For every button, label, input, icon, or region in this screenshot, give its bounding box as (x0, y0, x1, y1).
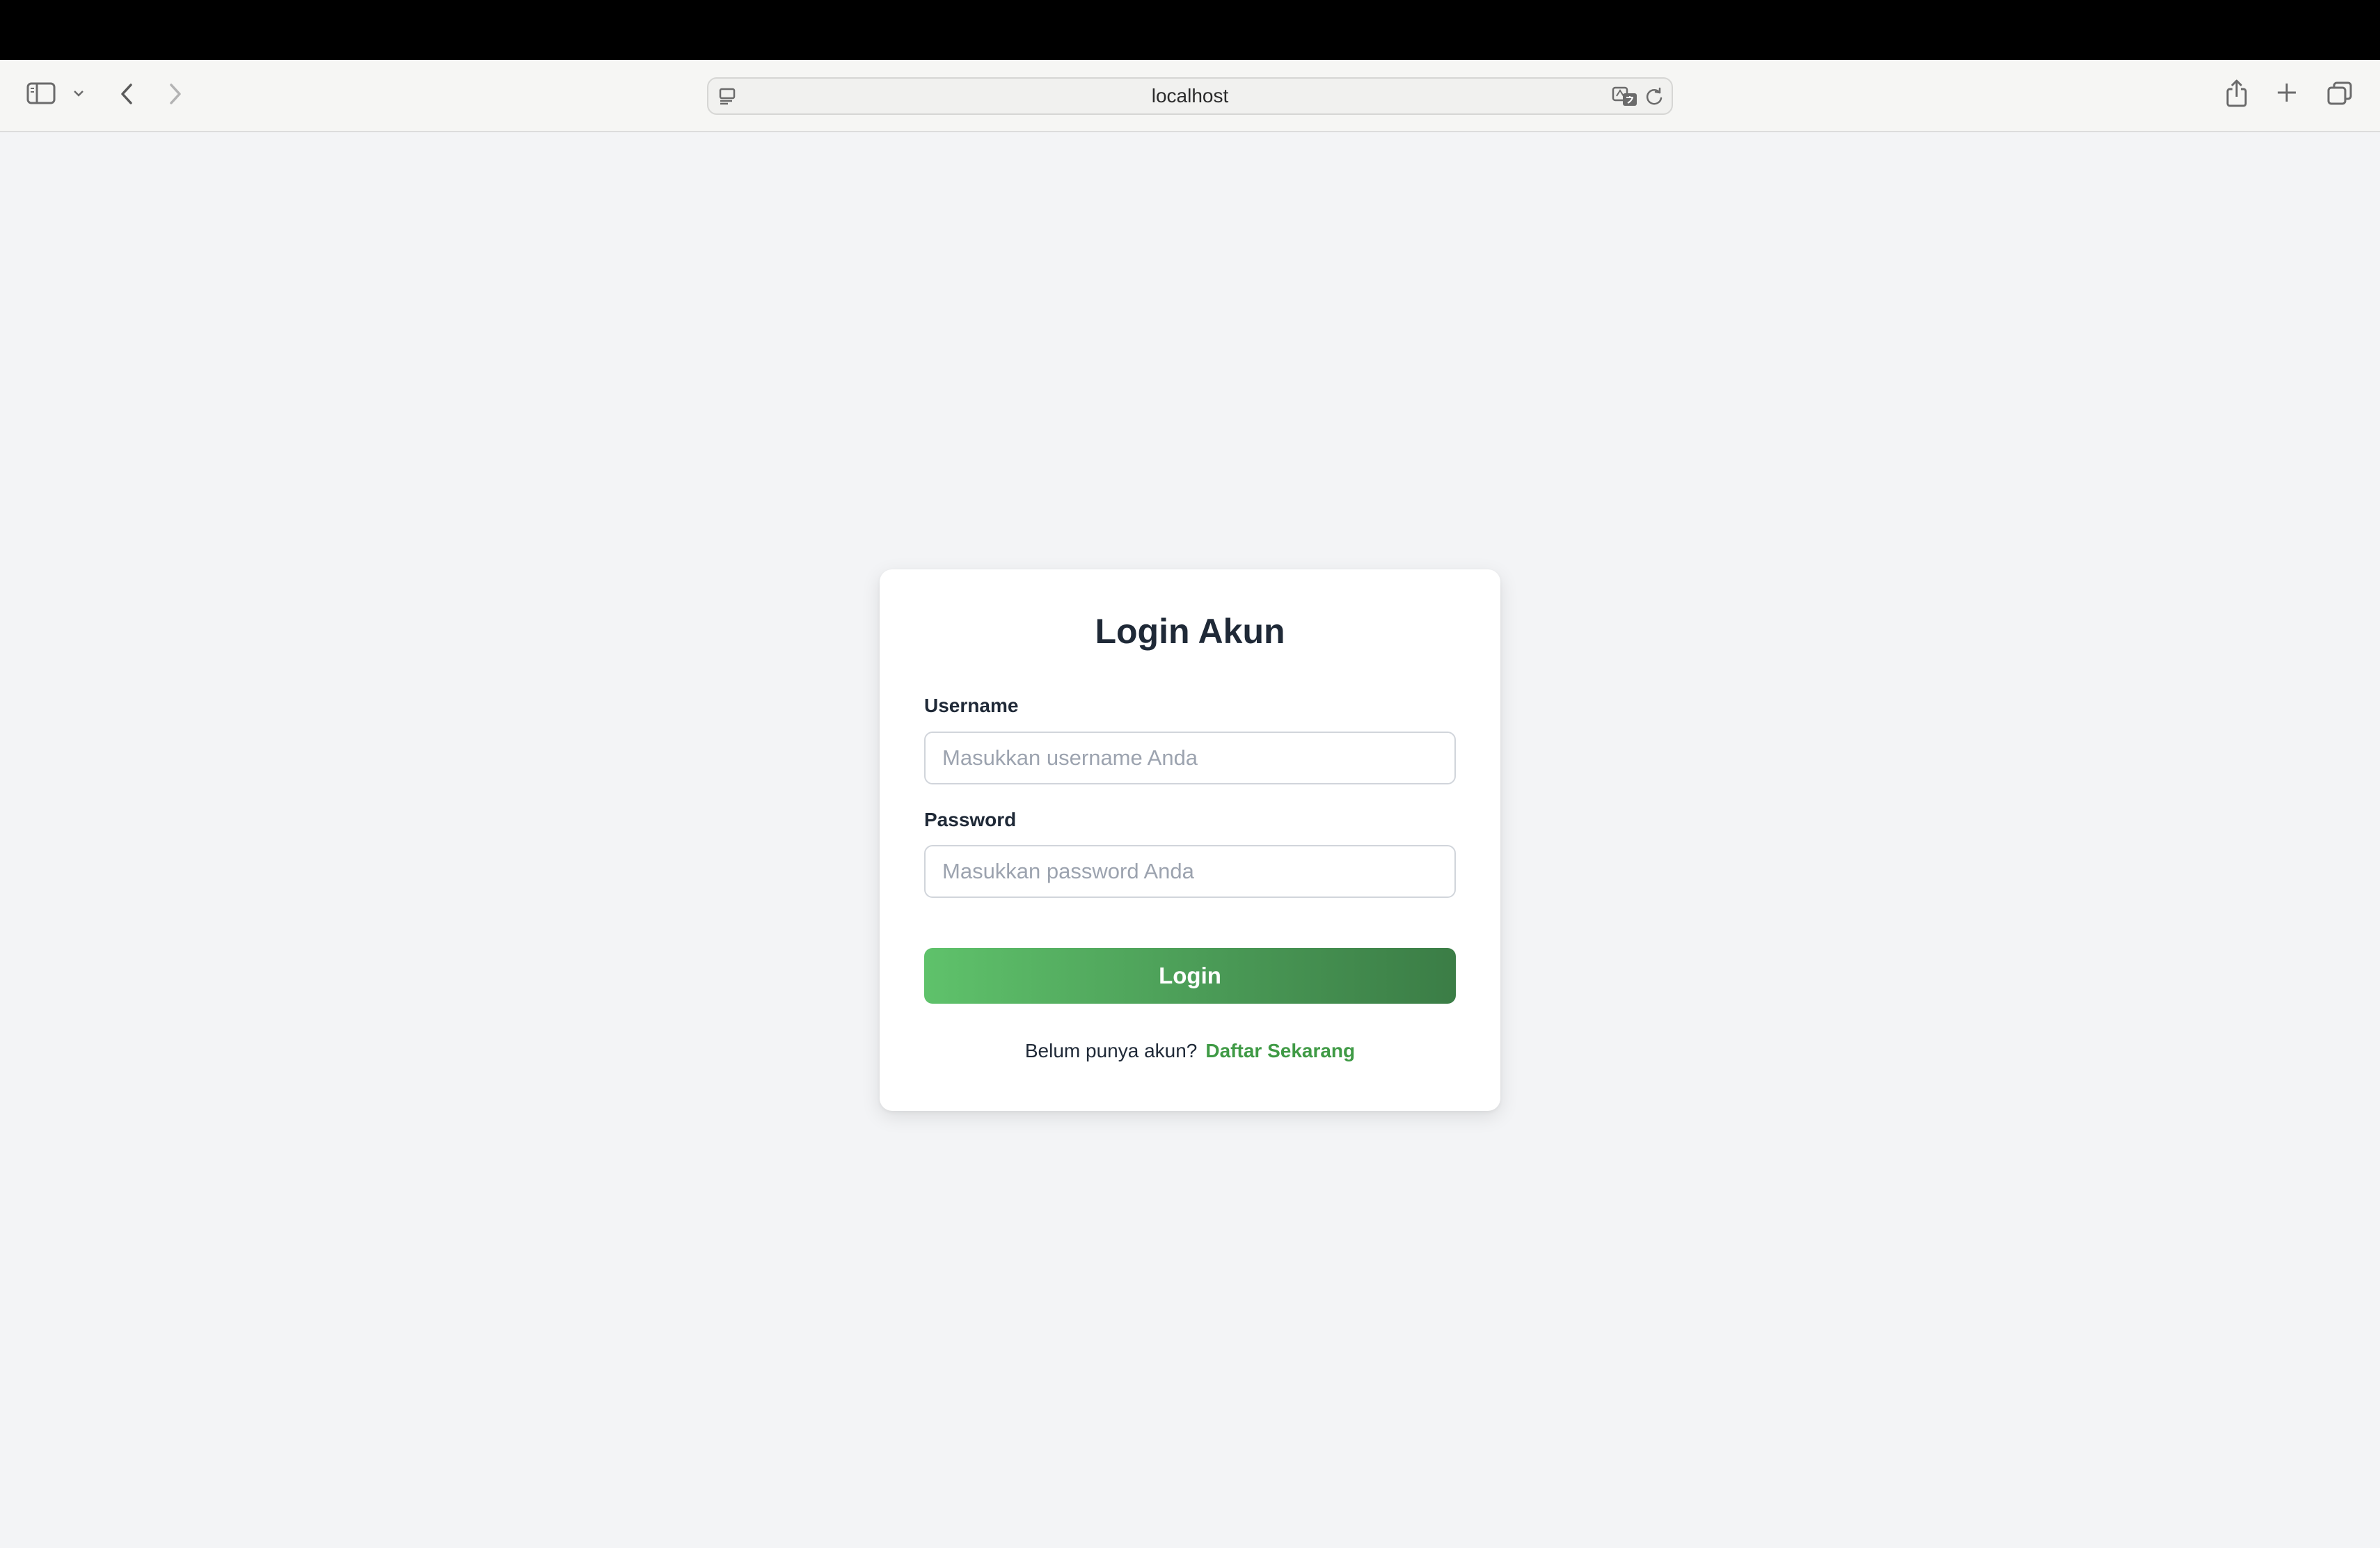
forward-icon[interactable] (167, 82, 184, 106)
chevron-down-icon[interactable] (72, 89, 85, 97)
register-prompt: Belum punya akun? (1024, 1040, 1198, 1061)
password-label: Password (924, 809, 1017, 830)
address-bar[interactable]: localhost (707, 77, 1673, 115)
reload-icon[interactable] (1644, 86, 1665, 111)
register-row: Belum punya akun? Daftar Sekarang (880, 1040, 1500, 1062)
tabs-overview-icon[interactable] (2327, 81, 2352, 105)
new-tab-icon[interactable] (2276, 81, 2298, 104)
share-icon[interactable] (2224, 79, 2249, 107)
back-icon[interactable] (118, 82, 135, 106)
login-card: Login Akun Username Password Login Belum… (880, 569, 1500, 1111)
register-link[interactable]: Daftar Sekarang (1205, 1040, 1355, 1061)
username-input[interactable] (924, 732, 1456, 784)
page-title: Login Akun (1095, 612, 1285, 651)
login-button[interactable]: Login (924, 948, 1456, 1004)
sidebar-icon[interactable] (26, 82, 56, 104)
password-input[interactable] (924, 845, 1456, 898)
url-text[interactable]: localhost (708, 79, 1672, 113)
username-label: Username (924, 695, 1019, 716)
translate-icon[interactable] (1612, 86, 1640, 111)
menu-bar (0, 0, 2380, 60)
browser-toolbar: localhost (0, 60, 2380, 132)
